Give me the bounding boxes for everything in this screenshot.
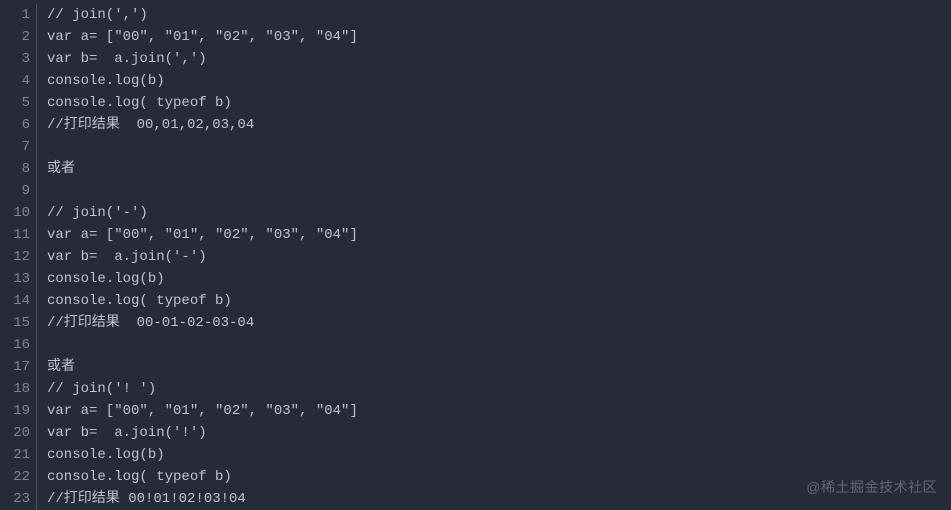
line-number: 14 — [0, 290, 30, 312]
line-number: 21 — [0, 444, 30, 466]
code-line — [47, 180, 951, 202]
code-line: var b= a.join('!') — [47, 422, 951, 444]
line-number: 5 — [0, 92, 30, 114]
code-line: //打印结果 00,01,02,03,04 — [47, 114, 951, 136]
code-line: // join('-') — [47, 202, 951, 224]
line-number: 23 — [0, 488, 30, 510]
code-editor: 1234567891011121314151617181920212223 //… — [0, 0, 951, 510]
code-line: var a= ["00", "01", "02", "03", "04"] — [47, 224, 951, 246]
line-number: 22 — [0, 466, 30, 488]
line-number: 17 — [0, 356, 30, 378]
code-line: console.log(b) — [47, 70, 951, 92]
code-line: //打印结果 00!01!02!03!04 — [47, 488, 951, 510]
code-line: console.log(b) — [47, 268, 951, 290]
line-number: 11 — [0, 224, 30, 246]
gutter-divider — [36, 4, 37, 510]
code-line: console.log( typeof b) — [47, 466, 951, 488]
line-number: 10 — [0, 202, 30, 224]
line-number: 18 — [0, 378, 30, 400]
line-number: 19 — [0, 400, 30, 422]
line-number: 1 — [0, 4, 30, 26]
line-number: 8 — [0, 158, 30, 180]
code-line — [47, 334, 951, 356]
line-number: 15 — [0, 312, 30, 334]
code-line: var a= ["00", "01", "02", "03", "04"] — [47, 400, 951, 422]
code-line: var b= a.join(',') — [47, 48, 951, 70]
line-number: 9 — [0, 180, 30, 202]
line-number: 16 — [0, 334, 30, 356]
code-line: 或者 — [47, 158, 951, 180]
line-number-gutter: 1234567891011121314151617181920212223 — [0, 4, 36, 510]
code-line: 或者 — [47, 356, 951, 378]
line-number: 12 — [0, 246, 30, 268]
line-number: 13 — [0, 268, 30, 290]
line-number: 6 — [0, 114, 30, 136]
line-number: 3 — [0, 48, 30, 70]
code-line: var a= ["00", "01", "02", "03", "04"] — [47, 26, 951, 48]
code-line — [47, 136, 951, 158]
code-line: var b= a.join('-') — [47, 246, 951, 268]
line-number: 20 — [0, 422, 30, 444]
code-line: console.log(b) — [47, 444, 951, 466]
code-line: // join(',') — [47, 4, 951, 26]
code-line: //打印结果 00-01-02-03-04 — [47, 312, 951, 334]
line-number: 2 — [0, 26, 30, 48]
line-number: 4 — [0, 70, 30, 92]
code-line: // join('! ') — [47, 378, 951, 400]
code-line: console.log( typeof b) — [47, 92, 951, 114]
code-area: // join(',')var a= ["00", "01", "02", "0… — [47, 4, 951, 510]
line-number: 7 — [0, 136, 30, 158]
code-line: console.log( typeof b) — [47, 290, 951, 312]
